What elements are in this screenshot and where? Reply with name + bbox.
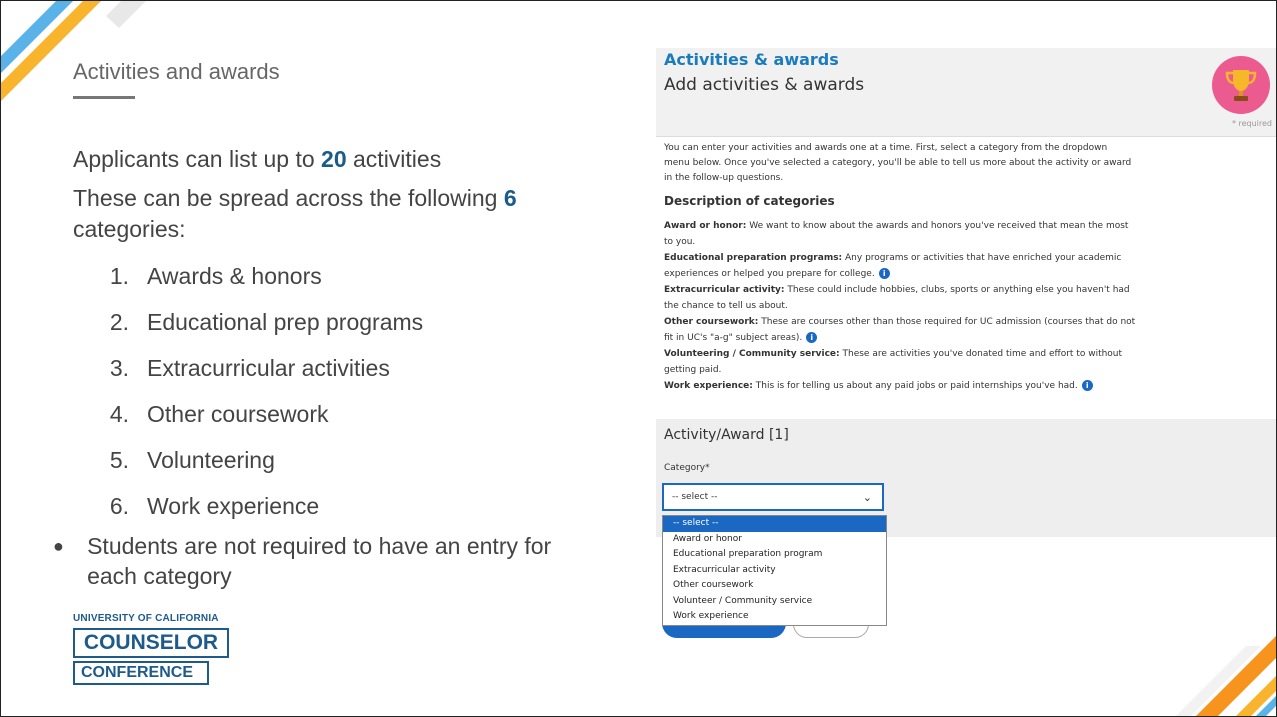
category-item: 5. Volunteering: [109, 446, 275, 473]
dropdown-option[interactable]: Extracurricular activity: [663, 563, 886, 579]
info-icon[interactable]: i: [878, 268, 890, 279]
activity-title: Activity/Award [1]: [664, 427, 789, 443]
category-count: 6: [503, 185, 517, 211]
description-educational: Educational preparation programs: Any pr…: [664, 253, 1122, 279]
dropdown-option[interactable]: Award or honor: [663, 532, 886, 548]
category-dropdown-list: -- select -- Award or honor Educational …: [662, 515, 887, 626]
dropdown-option[interactable]: Work experience: [663, 609, 886, 625]
uc-counselor-conference-logo: UNIVERSITY OF CALIFORNIA COUNSELOR CONFE…: [73, 613, 229, 685]
dropdown-option[interactable]: Educational preparation program: [663, 547, 886, 563]
description-extracurricular: Extracurricular activity: These could in…: [664, 285, 1130, 311]
intro-text: You can enter your activities and awards…: [664, 143, 1132, 183]
dropdown-option[interactable]: Other coursework: [663, 578, 886, 594]
description-heading: Description of categories: [664, 194, 835, 208]
activities-limit-line: Applicants can list up to 20 activities: [73, 146, 442, 172]
application-screenshot: Activities & awards Add activities & awa…: [656, 48, 1276, 643]
activities-count: 20: [321, 146, 347, 172]
required-note: * required: [1231, 119, 1272, 128]
description-other-coursework: Other coursework: These are courses othe…: [664, 317, 1136, 343]
category-select[interactable]: -- select -- ⌄: [662, 483, 884, 511]
category-descriptions: Award or honor: We want to know about th…: [664, 218, 1139, 394]
description-award: Award or honor: We want to know about th…: [664, 221, 1129, 247]
trophy-icon: [1212, 56, 1270, 114]
form-header: Activities & awards Add activities & awa…: [656, 48, 1276, 137]
info-icon[interactable]: i: [1081, 380, 1093, 391]
dropdown-option[interactable]: Volunteer / Community service: [663, 594, 886, 610]
chevron-down-icon: ⌄: [862, 491, 872, 504]
corner-stripes-bottom-right: [1176, 636, 1276, 716]
corner-stripes-top-left: [1, 1, 146, 101]
slide-body: Applicants can list up to 20 activities …: [73, 144, 613, 529]
title-underline: [73, 96, 135, 99]
slide: Activities and awards Applicants can lis…: [0, 0, 1277, 717]
info-icon[interactable]: i: [806, 332, 818, 343]
category-label: Category*: [664, 463, 710, 473]
section-title: Activities & awards: [664, 50, 839, 69]
category-item: 4. Other coursework: [109, 400, 329, 427]
bullet-note: ● Students are not required to have an e…: [53, 533, 552, 589]
description-volunteering: Volunteering / Community service: These …: [664, 349, 1123, 375]
category-item: 1. Awards & honors: [109, 262, 322, 289]
category-item: 6. Work experience: [109, 492, 320, 519]
categories-intro-line: These can be spread across the following…: [73, 185, 517, 242]
category-item: 2. Educational prep programs: [109, 308, 424, 335]
bullet-dot-icon: ●: [53, 536, 64, 556]
category-list: 1. Awards & honors 2. Educational prep pro…: [73, 253, 613, 529]
slide-title: Activities and awards: [73, 59, 280, 84]
form-title: Add activities & awards: [664, 75, 865, 95]
dropdown-option[interactable]: -- select --: [663, 516, 886, 532]
category-item: 3. Extracurricular activities: [109, 354, 390, 381]
description-work: Work experience: This is for telling us …: [664, 378, 1139, 394]
